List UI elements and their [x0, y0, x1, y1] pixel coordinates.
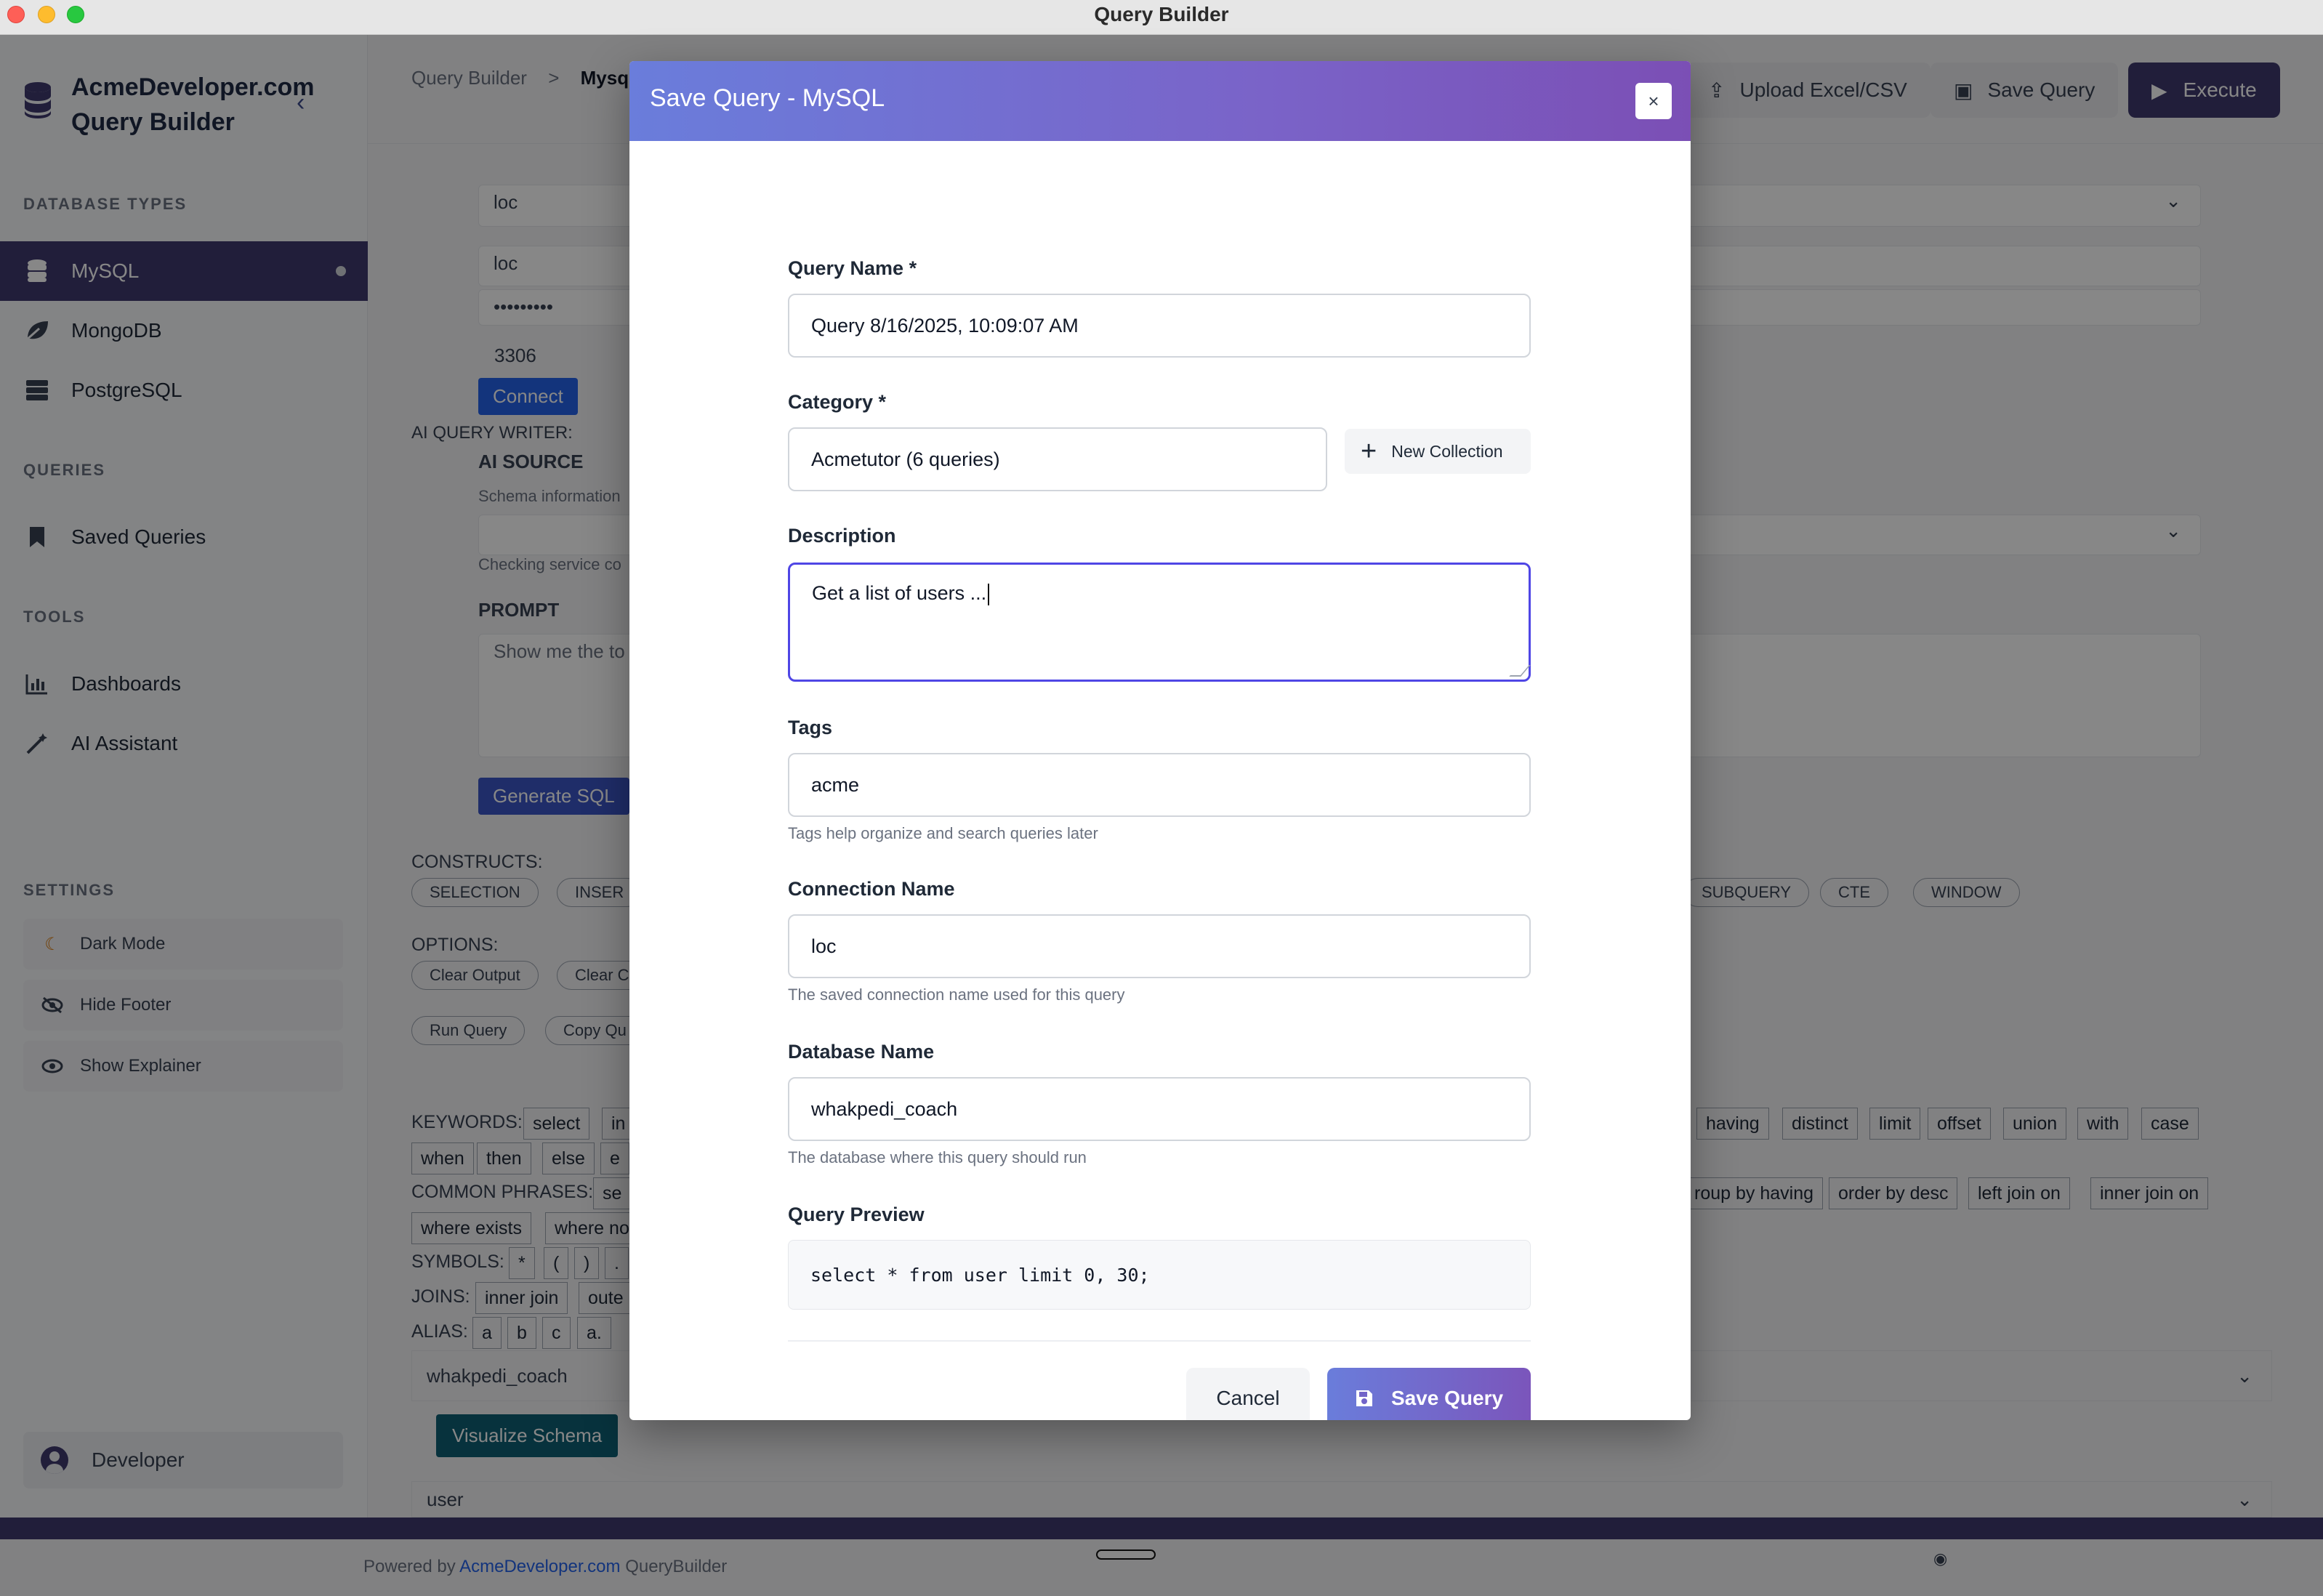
save-query-modal: Save Query - MySQL × Query Name * Query … — [629, 61, 1691, 1420]
database-name-input[interactable]: whakpedi_coach — [788, 1077, 1531, 1141]
query-name-value: Query 8/16/2025, 10:09:07 AM — [811, 314, 1079, 336]
description-value: Get a list of users ... — [812, 582, 987, 604]
category-label: Category * — [788, 391, 887, 413]
save-icon — [1355, 1389, 1374, 1408]
database-name-label: Database Name — [788, 1041, 935, 1063]
close-icon[interactable]: × — [1635, 83, 1672, 119]
connection-name-label: Connection Name — [788, 878, 955, 900]
description-label: Description — [788, 525, 896, 547]
database-name-hint: The database where this query should run — [788, 1148, 1087, 1166]
tags-input[interactable]: acme — [788, 753, 1531, 817]
tags-hint: Tags help organize and search queries la… — [788, 824, 1098, 842]
query-preview: select * from user limit 0, 30; — [788, 1240, 1531, 1310]
new-collection-button[interactable]: + New Collection — [1345, 429, 1531, 474]
query-preview-sql: select * from user limit 0, 30; — [810, 1264, 1150, 1286]
connection-name-value: loc — [811, 935, 837, 957]
save-query-button[interactable]: Save Query — [1327, 1368, 1531, 1420]
resize-grip-icon[interactable] — [1509, 665, 1531, 677]
new-collection-label: New Collection — [1391, 441, 1503, 461]
text-caret — [988, 583, 990, 605]
modal-header: Save Query - MySQL × — [629, 61, 1691, 141]
connection-name-input[interactable]: loc — [788, 914, 1531, 978]
query-name-input[interactable]: Query 8/16/2025, 10:09:07 AM — [788, 294, 1531, 358]
plus-icon: + — [1361, 436, 1377, 467]
window-title: Query Builder — [1094, 3, 1229, 25]
description-textarea[interactable]: Get a list of users ... — [788, 563, 1531, 682]
modal-title: Save Query - MySQL — [650, 84, 885, 112]
tags-label: Tags — [788, 717, 833, 738]
footer-divider — [788, 1340, 1531, 1342]
category-select[interactable]: Acmetutor (6 queries) — [788, 427, 1327, 491]
window-titlebar: Query Builder — [0, 0, 2323, 35]
cancel-button[interactable]: Cancel — [1186, 1368, 1310, 1420]
save-query-label: Save Query — [1390, 1387, 1504, 1409]
tags-value: acme — [811, 773, 860, 796]
query-name-label: Query Name * — [788, 257, 917, 279]
category-value: Acmetutor (6 queries) — [811, 448, 1000, 470]
query-preview-label: Query Preview — [788, 1204, 925, 1225]
database-name-value: whakpedi_coach — [811, 1097, 958, 1120]
connection-name-hint: The saved connection name used for this … — [788, 986, 1125, 1004]
